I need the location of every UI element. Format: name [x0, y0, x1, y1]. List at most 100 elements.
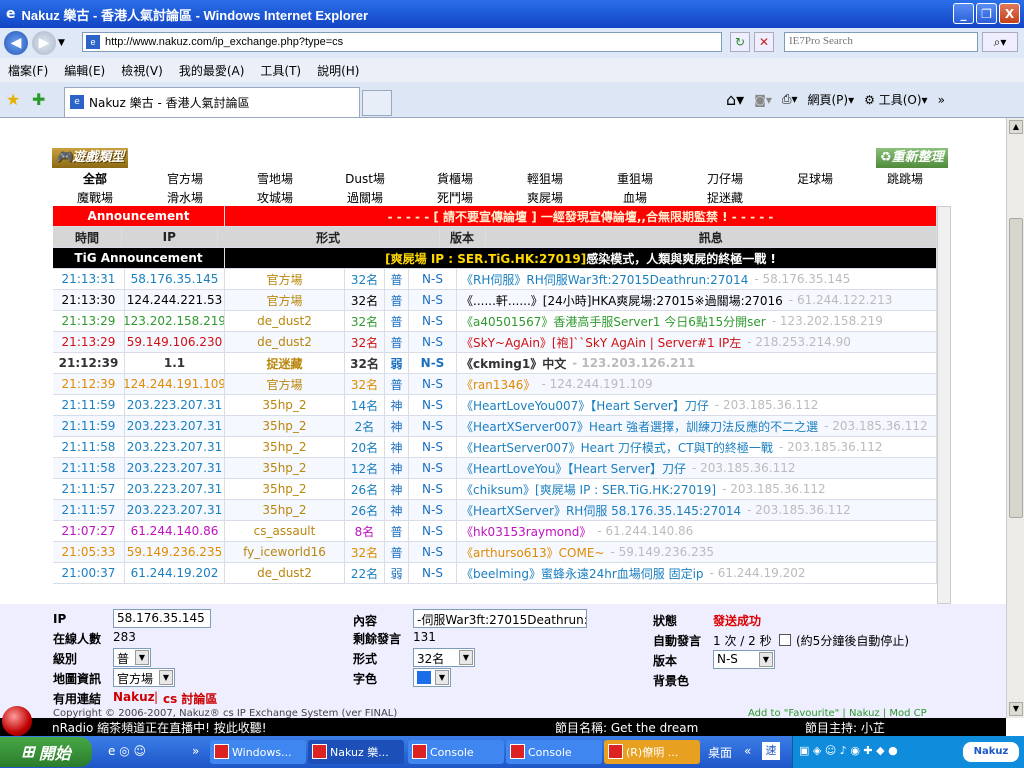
row-version: N-S — [409, 290, 457, 310]
feeds-icon[interactable]: ◙▾ — [754, 93, 772, 107]
list-scrollbar[interactable] — [937, 206, 951, 604]
search-input[interactable]: IE7Pro Search — [784, 32, 978, 52]
nradio-text[interactable]: nRadio 縮茶頻道正在直播中! 按此收聽! — [52, 719, 267, 736]
maximize-button[interactable]: ❐ — [976, 3, 997, 24]
cat-official[interactable]: 官方場 — [150, 170, 220, 187]
cat-blood[interactable]: 血場 — [600, 189, 670, 206]
task-chat[interactable]: (R)僚明 ... — [604, 740, 700, 764]
close-button[interactable]: X — [999, 3, 1020, 24]
table-row[interactable]: 21:11:59 203.223.207.31 35hp_2 14名神 N-S 《Hear… — [53, 395, 937, 416]
task-console-1[interactable]: Console — [408, 740, 504, 764]
cat-warcraft[interactable]: 魔戰場 — [60, 189, 130, 206]
link-cs-forum[interactable]: cs 討論區 — [163, 690, 217, 707]
auto-post-checkbox[interactable] — [779, 634, 791, 646]
cat-dust[interactable]: Dust場 — [330, 170, 400, 187]
task-nakuz[interactable]: Nakuz 樂... — [308, 740, 404, 764]
tools-menu[interactable]: ⚙ 工具(O)▾ — [864, 91, 927, 108]
table-row[interactable]: 21:11:58 203.223.207.31 35hp_2 20名神 N-S 《Hear… — [53, 437, 937, 458]
table-row[interactable]: 21:13:31 58.176.35.145 官方場 32名普 N-S 《RH伺服》RH伺… — [53, 269, 937, 290]
search-button[interactable]: ⌕▾ — [982, 32, 1018, 52]
minimize-button[interactable]: _ — [953, 3, 974, 24]
table-row[interactable]: 21:11:58 203.223.207.31 35hp_2 12名神 N-S 《Hear… — [53, 458, 937, 479]
table-row[interactable]: 21:12:39 1.1 捉迷藏 32名弱 N-S 《ckming1》中文 - 123.20… — [53, 353, 937, 374]
table-row[interactable]: 21:00:37 61.244.19.202 de_dust2 22名弱 N-S 《bee… — [53, 563, 937, 584]
version-select[interactable]: N-S ▼ — [713, 650, 775, 669]
header-type: 形式 — [218, 227, 440, 247]
address-field[interactable]: e http://www.nakuz.com/ip_exchange.php?t… — [82, 32, 722, 52]
refresh-list-button[interactable]: ♻重新整理 — [876, 148, 948, 168]
quicklaunch-more-icon[interactable]: » — [192, 744, 199, 758]
start-button[interactable]: ⊞ 開始 — [0, 737, 92, 767]
gear-icon: ⚙ — [864, 93, 875, 107]
row-time: 21:13:29 — [53, 332, 125, 352]
cat-deathmatch[interactable]: 死鬥場 — [420, 189, 490, 206]
row-time: 21:11:59 — [53, 395, 125, 415]
ip-input[interactable]: 58.176.35.145 — [113, 609, 211, 628]
table-row[interactable]: 21:11:57 203.223.207.31 35hp_2 26名神 N-S 《chik… — [53, 479, 937, 500]
menu-tools[interactable]: 工具(T) — [260, 62, 301, 79]
nakuz-tray-icon[interactable]: Nakuz — [963, 742, 1019, 762]
cat-hide-seek[interactable]: 捉迷藏 — [690, 189, 760, 206]
cat-all[interactable]: 全部 — [60, 170, 130, 187]
new-tab-button[interactable] — [362, 90, 392, 116]
row-type: 35hp_2 — [225, 479, 345, 499]
scroll-up-arrow[interactable]: ▲ — [1009, 120, 1023, 134]
table-row[interactable]: 21:11:59 203.223.207.31 35hp_2 2名神 N-S 《Heart… — [53, 416, 937, 437]
form-select[interactable]: 32名 ▼ — [413, 648, 475, 667]
row-difficulty: 普 — [385, 290, 409, 310]
table-row[interactable]: 21:12:39 124.244.191.109 官方場 32名普 N-S 《ran134… — [53, 374, 937, 395]
refresh-button[interactable]: ↻ — [730, 32, 750, 52]
cat-jump[interactable]: 跳跳場 — [870, 170, 940, 187]
forward-button[interactable]: ▶ — [32, 31, 56, 55]
menu-view[interactable]: 檢視(V) — [121, 62, 163, 79]
page-menu[interactable]: 網頁(P)▾ — [807, 91, 854, 108]
table-row[interactable]: 21:11:57 203.223.207.31 35hp_2 26名神 N-S 《Hear… — [53, 500, 937, 521]
task-windows[interactable]: Windows... — [210, 740, 306, 764]
desktop-chevron-icon[interactable]: « — [744, 744, 751, 758]
ime-icon[interactable]: 速 — [762, 742, 780, 760]
cat-light-sniper[interactable]: 輕狙場 — [510, 170, 580, 187]
table-row[interactable]: 21:13:29 123.202.158.219 de_dust2 32名普 N-S 《a… — [53, 311, 937, 332]
table-row[interactable]: 21:13:29 59.149.106.230 de_dust2 32名普 N-S 《Sk… — [53, 332, 937, 353]
tab-nakuz[interactable]: e Nakuz 樂古 - 香港人氣討論區 — [64, 87, 360, 117]
history-dropdown-icon[interactable]: ▼ — [58, 38, 65, 48]
tray-icons[interactable]: ▣ ◈ ☺ ♪ ◉ ✚ ◆ ● — [799, 744, 898, 757]
table-row[interactable]: 21:13:30 124.244.221.53 官方場 32名普 N-S 《......軒… — [53, 290, 937, 311]
quicklaunch-icons[interactable]: e ◎ ☺ — [108, 744, 146, 758]
add-favorite-icon[interactable]: ✚ — [32, 90, 45, 109]
cat-stage[interactable]: 過關場 — [330, 189, 400, 206]
cat-football[interactable]: 足球場 — [780, 170, 850, 187]
map-select[interactable]: 官方場 ▼ — [113, 668, 175, 687]
nradio-ball-icon[interactable] — [2, 706, 32, 736]
cat-siege[interactable]: 攻城場 — [240, 189, 310, 206]
cat-zombie[interactable]: 爽屍場 — [510, 189, 580, 206]
nradio-bar[interactable]: nRadio 縮茶頻道正在直播中! 按此收聽! 節目名稱: Get the dr… — [0, 718, 1006, 736]
home-icon[interactable]: ⌂▾ — [726, 90, 744, 109]
scroll-down-arrow[interactable]: ▼ — [1009, 702, 1023, 716]
page-scrollbar[interactable]: ▲ ▼ — [1006, 118, 1024, 718]
menu-file[interactable]: 檔案(F) — [8, 62, 48, 79]
table-row[interactable]: 21:07:27 61.244.140.86 cs_assault 8名普 N-S 《hk… — [53, 521, 937, 542]
cat-container[interactable]: 貨櫃場 — [420, 170, 490, 187]
add-favourite-link[interactable]: Add to "Favourite" | Nakuz | Mod CP — [748, 708, 927, 718]
stop-button[interactable]: ✕ — [754, 32, 774, 52]
link-nakuz[interactable]: Nakuz — [113, 690, 155, 704]
task-console-2[interactable]: Console — [506, 740, 602, 764]
color-select[interactable]: ▼ — [413, 668, 451, 687]
table-row[interactable]: 21:05:33 59.149.236.235 fy_iceworld16 32名普 N… — [53, 542, 937, 563]
print-icon[interactable]: ⎙▾ — [782, 92, 798, 107]
menu-favorites[interactable]: 我的最愛(A) — [179, 62, 245, 79]
cat-surf[interactable]: 滑水場 — [150, 189, 220, 206]
favorites-star-icon[interactable]: ★ — [6, 90, 20, 109]
cat-snow[interactable]: 雪地場 — [240, 170, 310, 187]
scroll-thumb[interactable] — [1009, 218, 1023, 518]
level-select[interactable]: 普 ▼ — [113, 648, 151, 667]
cat-knife[interactable]: 刀仔場 — [690, 170, 760, 187]
menu-help[interactable]: 說明(H) — [317, 62, 359, 79]
content-input[interactable]: -伺服War3ft:27015Deathrun:2 — [413, 609, 587, 628]
desktop-toolbar[interactable]: 桌面 — [708, 744, 732, 761]
cat-heavy-sniper[interactable]: 重狙場 — [600, 170, 670, 187]
more-chevron-icon[interactable]: » — [938, 93, 945, 107]
menu-edit[interactable]: 編輯(E) — [64, 62, 105, 79]
back-button[interactable]: ◀ — [4, 31, 28, 55]
